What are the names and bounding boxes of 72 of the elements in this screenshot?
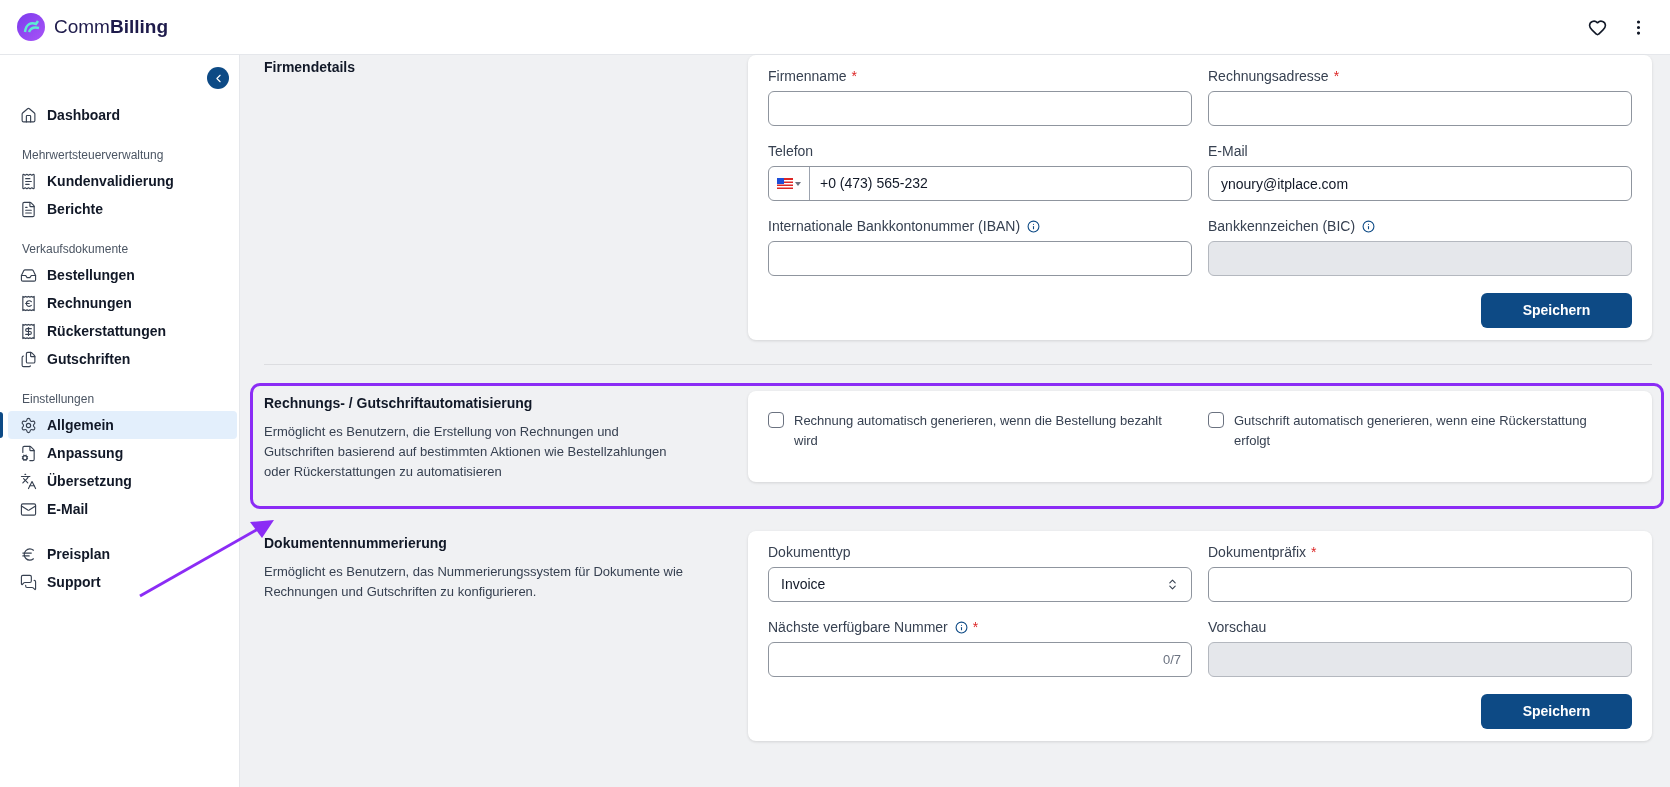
checkbox-label: Gutschrift automatisch generieren, wenn eine Rückerstattung erfolgt: [1234, 412, 1588, 450]
sidebar-item[interactable]: Gutschriften: [8, 345, 237, 373]
section-title: Firmendetails: [264, 58, 357, 77]
updown-icon: [1166, 578, 1179, 591]
sidebar-item[interactable]: Rückerstattungen: [8, 317, 237, 345]
files-icon: [20, 350, 37, 368]
field-label: Rechnungsadresse: [1208, 66, 1329, 86]
text-field[interactable]: [1208, 91, 1632, 126]
sidebar-heading: Einstellungen: [21, 391, 96, 408]
save-button[interactable]: Speichern: [1481, 694, 1632, 729]
checkbox[interactable]: [1208, 412, 1224, 428]
field-label: Internationale Bankkontonummer (IBAN): [768, 216, 1021, 236]
sidebar-heading: Mehrwertsteuerverwaltung: [21, 147, 165, 164]
sidebar-item[interactable]: Support: [8, 568, 237, 596]
house-icon: [20, 106, 37, 124]
phone-value: +0 (473) 565-232: [819, 174, 929, 193]
select-field[interactable]: Invoice: [768, 567, 1192, 602]
number-field[interactable]: 0/7: [768, 642, 1192, 677]
sidebar-item[interactable]: Übersetzung: [8, 467, 237, 495]
inbox-icon: [20, 266, 37, 284]
flag-icon: [777, 178, 793, 189]
text-field[interactable]: [1208, 567, 1632, 602]
logo-icon: [16, 12, 46, 42]
caret-icon: [795, 181, 801, 186]
sidebar-item[interactable]: Allgemein: [8, 411, 237, 439]
required-mark: *: [851, 66, 858, 86]
text-field[interactable]: ynoury@itplace.com: [1208, 166, 1632, 201]
sidebar-item[interactable]: Dashboard: [8, 101, 237, 129]
section-description: Ermöglicht es Benutzern, das Nummerierungssystem für Dokumente wie Rechnungen und Gutschriften zu konfigurieren.: [264, 563, 685, 601]
save-button[interactable]: Speichern: [1481, 293, 1632, 328]
receipt-icon: [20, 322, 37, 340]
required-mark: *: [1333, 66, 1340, 86]
required-mark: *: [972, 617, 979, 637]
collapse-button[interactable]: [207, 67, 229, 89]
receipt-icon: [20, 172, 37, 190]
sidebar-item[interactable]: Rechnungen: [8, 289, 237, 317]
euro-icon: [20, 545, 37, 563]
logo-text: CommBilling: [54, 14, 168, 39]
field-label: Dokumenttyp: [768, 542, 851, 562]
field-label: Bankkennzeichen (BIC): [1208, 216, 1356, 236]
settings-icon: [20, 416, 37, 434]
mail-icon: [20, 500, 37, 518]
field-label: Telefon: [768, 141, 814, 161]
section-title: Rechnungs- / Gutschriftautomatisierung: [264, 394, 534, 413]
heart-icon[interactable]: [1588, 17, 1607, 37]
field-label: E-Mail: [1208, 141, 1248, 161]
field-label: Dokumentpräfix: [1208, 542, 1307, 562]
document-icon: [20, 200, 37, 218]
sidebar-heading: Verkaufsdokumente: [21, 241, 130, 258]
sidebar-item[interactable]: E-Mail: [8, 495, 237, 523]
sidebar-item[interactable]: Anpassung: [8, 439, 237, 467]
sidebar-item[interactable]: Kundenvalidierung: [8, 167, 237, 195]
sidebar-item[interactable]: Preisplan: [8, 540, 237, 568]
text-field[interactable]: [768, 91, 1192, 126]
text-field[interactable]: [768, 241, 1192, 276]
field-label: Vorschau: [1208, 617, 1267, 637]
required-mark: *: [1311, 542, 1317, 562]
field-label: Nächste verfügbare Nummer: [768, 617, 948, 637]
checkbox[interactable]: [768, 412, 784, 428]
section-description: Ermöglicht es Benutzern, die Erstellung von Rechnungen und Gutschriften basierend auf bestimmten Aktionen wie Bestellzahlungen oder Rückerstattungen zu automatisieren: [264, 423, 668, 481]
phone-field[interactable]: +0 (473) 565-232: [768, 166, 1192, 201]
translate-icon: [20, 472, 37, 490]
field-label: Firmenname: [768, 66, 847, 86]
character-counter: 0/7: [1162, 650, 1181, 669]
sidebar-item[interactable]: Berichte: [8, 195, 237, 223]
checkbox-label: Rechnung automatisch generieren, wenn die Bestellung bezahlt wird: [794, 412, 1163, 450]
section-title: Dokumentennummerierung: [264, 534, 448, 553]
active-indicator: [0, 412, 3, 438]
sidebar-item[interactable]: Bestellungen: [8, 261, 237, 289]
euro-receipt-icon: [20, 294, 37, 312]
chat-icon: [20, 573, 37, 591]
file-gear-icon: [20, 444, 37, 462]
